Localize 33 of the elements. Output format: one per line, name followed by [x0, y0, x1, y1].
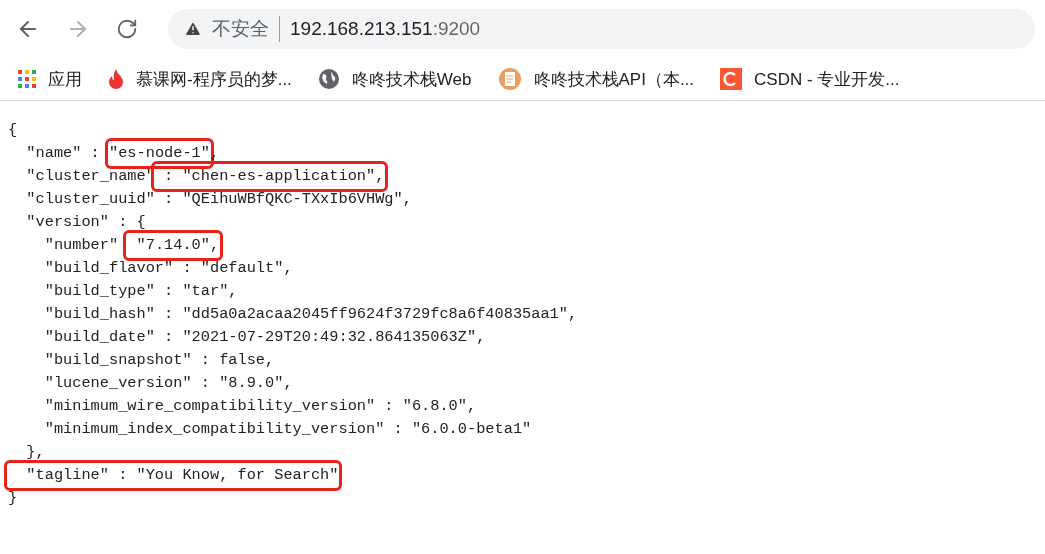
json-text: "build_type" : "tar",	[43, 281, 238, 302]
json-text: "cluster_uuid" : "QEihuWBfQKC-TXxIb6VHWg",	[25, 189, 412, 210]
address-bar[interactable]: 不安全 192.168.213.151:9200	[168, 9, 1035, 49]
reload-icon	[116, 18, 138, 40]
bookmark-link[interactable]: 慕课网-程序员的梦...	[108, 67, 292, 91]
warning-icon	[184, 20, 202, 38]
json-text: }	[8, 488, 18, 509]
json-text: "build_flavor" : "default",	[43, 258, 293, 279]
json-text: "lucene_version" : "8.9.0",	[43, 373, 293, 394]
json-text: {	[8, 120, 18, 141]
apps-grid-icon	[18, 70, 36, 88]
json-text: "name" :	[25, 143, 101, 164]
document-icon	[497, 67, 522, 91]
json-text: "minimum_wire_compatibility_version" : "6.8.0",	[43, 396, 477, 417]
bookmark-link[interactable]: 应用	[18, 67, 82, 91]
url-port: :9200	[432, 18, 481, 39]
json-text: "number"	[43, 235, 120, 256]
json-text: ,	[209, 143, 220, 164]
bookmark-link[interactable]: 咚咚技术栈Web	[317, 67, 472, 91]
bookmark-link[interactable]: 咚咚技术栈API（本...	[497, 67, 695, 91]
csdn-logo-icon	[720, 68, 743, 90]
url-host: 192.168.213.151	[290, 18, 433, 39]
json-text: "build_date" : "2021-07-29T20:49:32.864135063Z",	[43, 327, 486, 348]
json-text: "build_snapshot" : false,	[43, 350, 275, 371]
json-text: "cluster_name"	[25, 166, 155, 187]
bookmark-link[interactable]: CSDN - 专业开发...	[720, 67, 900, 91]
json-text: "build_hash" : "dd5a0a2acaa2045ff9624f3729fc8a6f40835aa1",	[43, 304, 578, 325]
security-label: 不安全	[212, 16, 280, 42]
globe-icon	[317, 68, 340, 90]
flame-icon	[108, 68, 124, 90]
json-text: "minimum_index_compatibility_version" : "6.0.0-beta1"	[43, 419, 532, 440]
json-text: },	[25, 442, 45, 463]
json-text: "version" : {	[25, 212, 146, 233]
